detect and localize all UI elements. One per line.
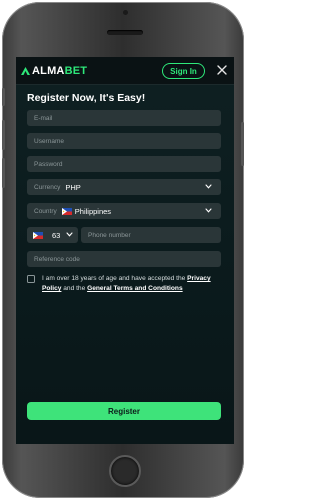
phone-code-select[interactable]: 63 (27, 227, 78, 243)
reference-code-input[interactable] (34, 255, 221, 263)
general-terms-link[interactable]: General Terms and Conditions (87, 285, 183, 292)
country-value: Philippines (74, 206, 112, 216)
front-camera (123, 10, 128, 15)
volume-down-button (2, 158, 5, 188)
phone-number-field[interactable] (81, 227, 221, 243)
terms-text-before: I am over 18 years of age and have accep… (42, 275, 188, 282)
username-input[interactable] (34, 137, 221, 145)
reference-code-field[interactable] (27, 251, 221, 267)
philippines-flag-icon (33, 231, 43, 239)
username-field[interactable] (27, 133, 221, 149)
chevron-down-icon (66, 232, 73, 237)
chevron-down-icon (205, 184, 212, 189)
email-input[interactable] (34, 114, 221, 122)
terms-agreement: I am over 18 years of age and have accep… (27, 274, 227, 294)
mute-switch (2, 88, 5, 106)
currency-value: PHP (65, 182, 81, 192)
logo-text-alma: ALMA (32, 65, 65, 77)
phone-frame: ALMA BET Sign In Register Now, It's Easy!… (2, 2, 244, 498)
country-select[interactable]: Country Philippines (27, 203, 221, 219)
phone-number-input[interactable] (88, 231, 221, 239)
logo-mark-icon (21, 67, 30, 75)
password-field[interactable] (27, 156, 221, 172)
volume-up-button (2, 120, 5, 150)
terms-checkbox[interactable] (27, 275, 35, 283)
power-button (241, 122, 244, 166)
chevron-down-icon (205, 208, 212, 213)
currency-label: Currency (34, 183, 61, 191)
email-field[interactable] (27, 110, 221, 126)
country-label: Country (34, 207, 57, 215)
almabet-logo[interactable]: ALMA BET (20, 65, 87, 77)
close-icon[interactable] (215, 63, 229, 77)
terms-text: I am over 18 years of age and have accep… (42, 274, 227, 294)
sign-in-button[interactable]: Sign In (162, 63, 205, 79)
password-input[interactable] (34, 160, 221, 168)
terms-text-mid: and the (61, 285, 88, 292)
logo-text-bet: BET (64, 65, 88, 77)
form-title: Register Now, It's Easy! (27, 92, 146, 104)
currency-select[interactable]: Currency PHP (27, 179, 221, 195)
register-button[interactable]: Register (27, 402, 221, 420)
screen: ALMA BET Sign In Register Now, It's Easy!… (16, 57, 234, 444)
top-bar: ALMA BET Sign In (16, 57, 234, 85)
philippines-flag-icon (61, 207, 72, 215)
phone-code-value: 63 (52, 230, 61, 240)
home-button[interactable] (109, 455, 141, 487)
earpiece-speaker (107, 30, 143, 35)
